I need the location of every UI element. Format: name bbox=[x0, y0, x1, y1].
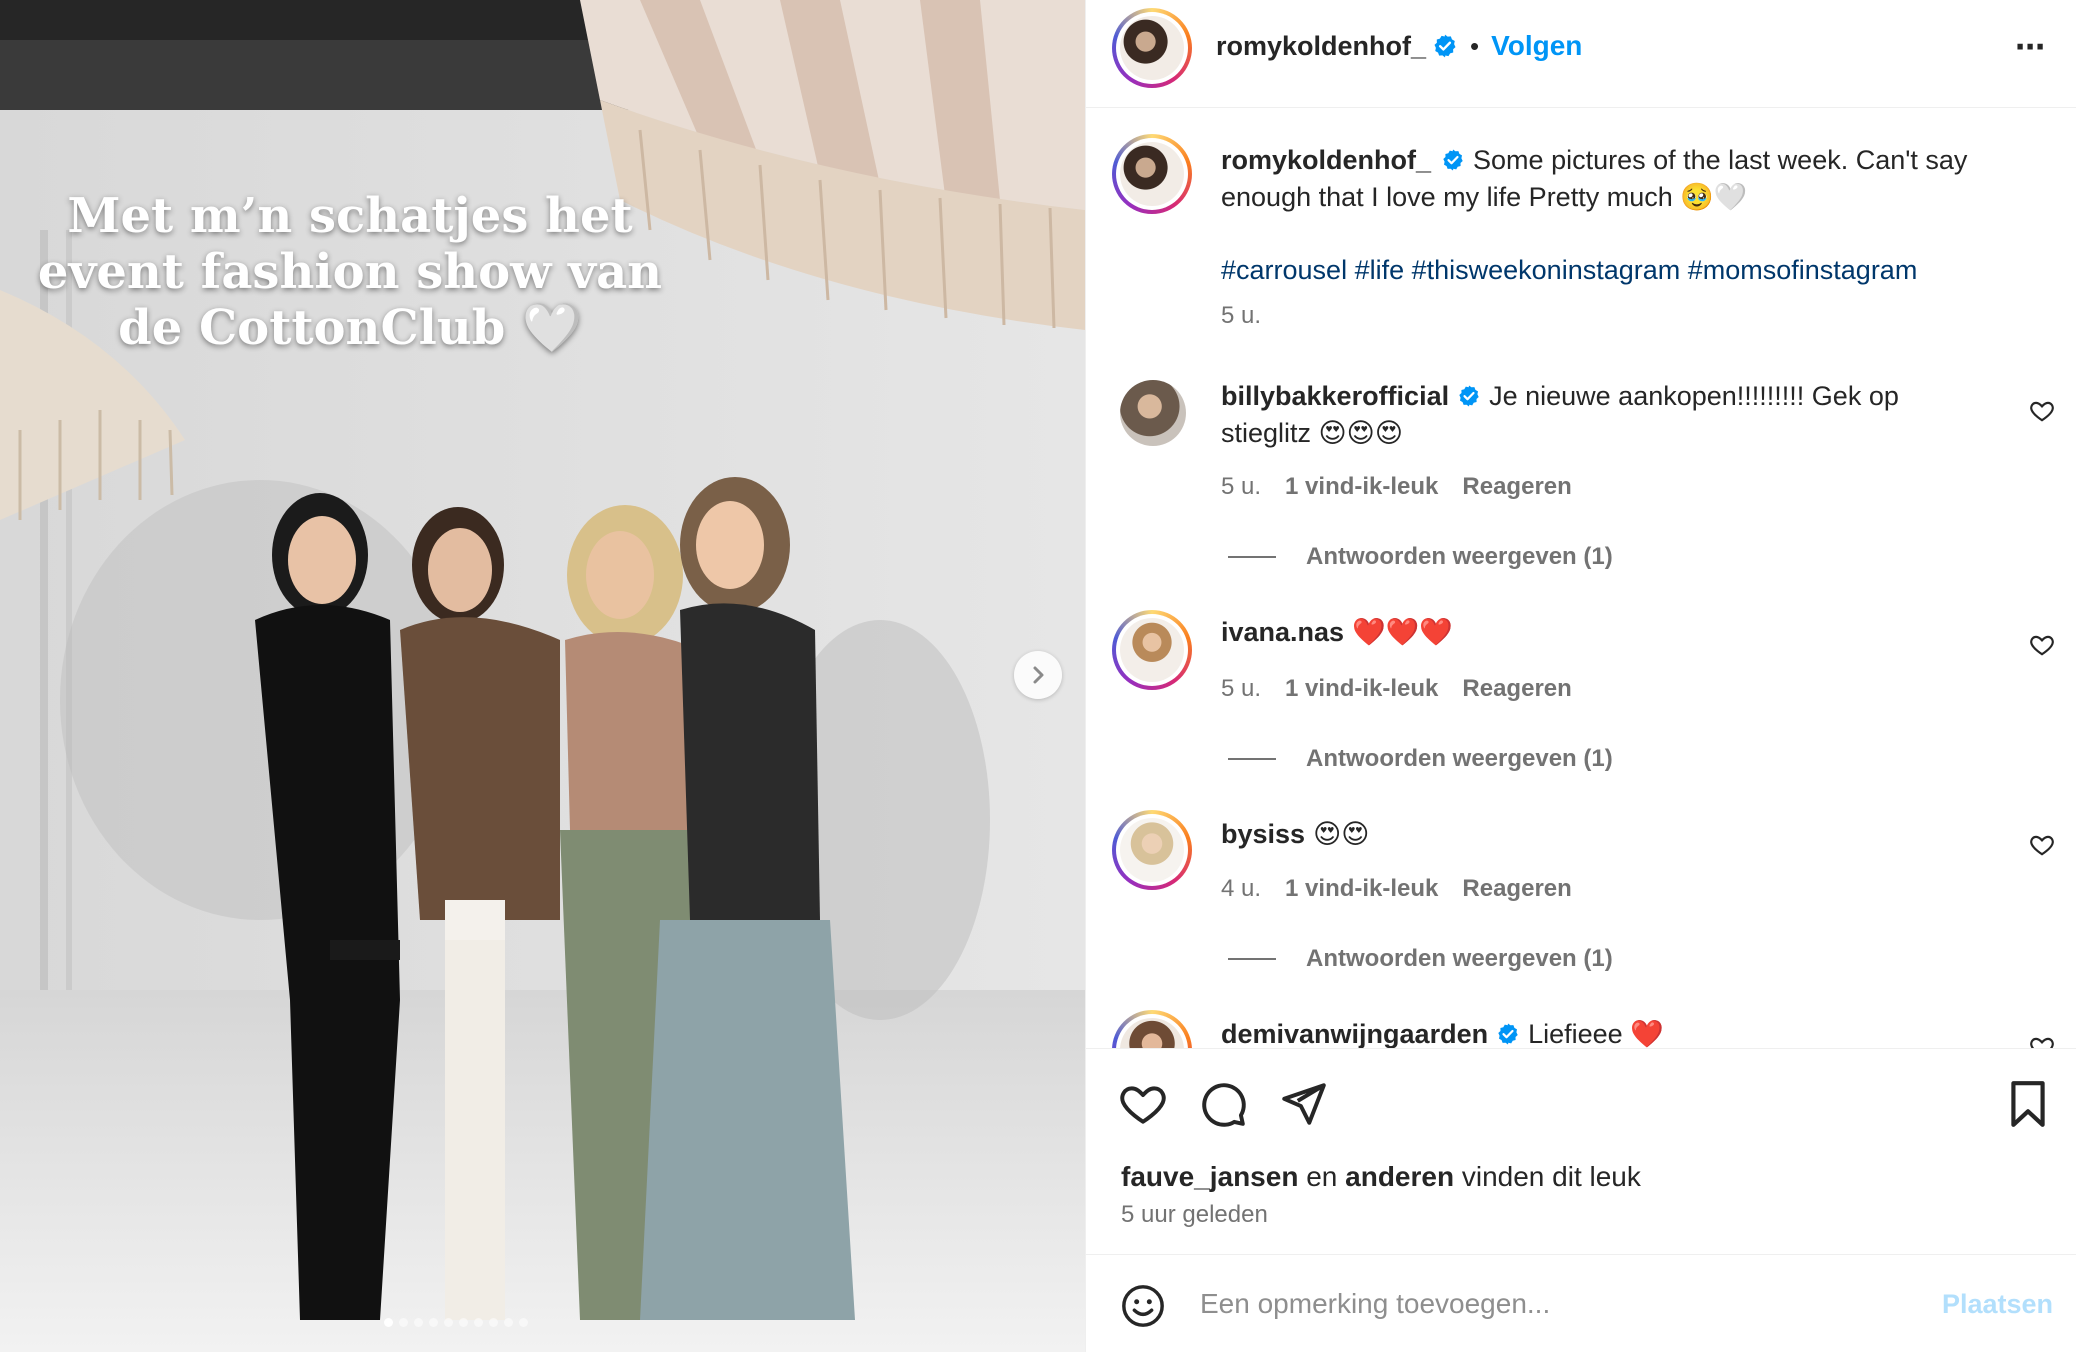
comment-input[interactable] bbox=[1200, 1279, 1900, 1329]
carousel-dot bbox=[489, 1318, 498, 1327]
emoji-icon[interactable] bbox=[1120, 1283, 1166, 1329]
comment: demivanwijngaarden Liefieee ❤️ bbox=[1221, 1016, 2017, 1048]
comment-time: 4 u. bbox=[1221, 875, 1262, 902]
post-header: romykoldenhof_ • Volgen ⋯ bbox=[1086, 0, 2076, 108]
replies-divider bbox=[1228, 758, 1276, 760]
view-replies-button[interactable]: Antwoorden weergeven (1) bbox=[1228, 945, 1613, 973]
view-replies-label: Antwoorden weergeven (1) bbox=[1306, 543, 1613, 570]
caption-author-avatar[interactable] bbox=[1112, 134, 1192, 214]
comment-like-heart-icon[interactable] bbox=[2029, 398, 2055, 424]
comment-time: 5 u. bbox=[1221, 473, 1262, 500]
commenter-avatar[interactable] bbox=[1112, 810, 1192, 890]
comment-icon[interactable] bbox=[1198, 1079, 1248, 1129]
comment-text: ❤️❤️❤️ bbox=[1352, 617, 1453, 647]
liked-by-and: en bbox=[1306, 1161, 1338, 1192]
follow-button[interactable]: Volgen bbox=[1491, 30, 1582, 62]
comment-like-heart-icon[interactable] bbox=[2029, 632, 2055, 658]
view-replies-button[interactable]: Antwoorden weergeven (1) bbox=[1228, 543, 1613, 571]
carousel-dot bbox=[384, 1318, 393, 1327]
comment-meta: 5 u. 1 vind-ik-leuk Reageren bbox=[1221, 675, 1572, 703]
caption-username[interactable]: romykoldenhof_ bbox=[1221, 145, 1431, 175]
chevron-right-icon bbox=[1033, 666, 1044, 684]
view-replies-button[interactable]: Antwoorden weergeven (1) bbox=[1228, 745, 1613, 773]
comment-username[interactable]: bysiss bbox=[1221, 819, 1305, 849]
verified-badge-icon bbox=[1434, 34, 1456, 58]
replies-divider bbox=[1228, 556, 1276, 558]
posted-time[interactable]: 5 uur geleden bbox=[1121, 1201, 1268, 1229]
post-media[interactable]: Met m’n schatjes het event fashion show … bbox=[0, 0, 1085, 1352]
comment: bysiss 😍😍 bbox=[1221, 816, 2017, 853]
carousel-dot bbox=[519, 1318, 528, 1327]
carousel-dot bbox=[504, 1318, 513, 1327]
carousel-dot bbox=[459, 1318, 468, 1327]
verified-badge-icon bbox=[1443, 149, 1463, 171]
separator-dot: • bbox=[1470, 30, 1480, 61]
author-avatar[interactable] bbox=[1112, 8, 1192, 88]
overlay-line: de CottonClub 🤍 bbox=[118, 300, 582, 356]
heart-icon[interactable] bbox=[1118, 1079, 1168, 1129]
send-icon[interactable] bbox=[1278, 1079, 1328, 1129]
overlay-line: Met m’n schatjes het bbox=[67, 188, 633, 244]
reply-button[interactable]: Reageren bbox=[1462, 675, 1571, 703]
carousel-dot bbox=[414, 1318, 423, 1327]
bookmark-icon[interactable] bbox=[2005, 1079, 2051, 1129]
comment-username[interactable]: ivana.nas bbox=[1221, 617, 1344, 647]
caption-meta: 5 u. bbox=[1221, 302, 1261, 330]
overlay-line: event fashion show van bbox=[37, 244, 663, 300]
reply-button[interactable]: Reageren bbox=[1462, 875, 1571, 903]
author-username[interactable]: romykoldenhof_ bbox=[1216, 31, 1426, 62]
comment-username[interactable]: demivanwijngaarden bbox=[1221, 1019, 1488, 1048]
comment-text: 😍😍 bbox=[1313, 819, 1370, 849]
comment-like-count[interactable]: 1 vind-ik-leuk bbox=[1285, 473, 1438, 501]
add-comment-bar: Plaatsen bbox=[1086, 1254, 2076, 1352]
likes-summary[interactable]: fauve_jansen en anderen vinden dit leuk bbox=[1121, 1161, 1641, 1193]
more-horizontal-icon[interactable]: ⋯ bbox=[2015, 30, 2047, 65]
comment-like-heart-icon[interactable] bbox=[2029, 832, 2055, 858]
reply-button[interactable]: Reageren bbox=[1462, 473, 1571, 501]
caption-hashtags[interactable]: #carrousel #life #thisweekoninstagram #m… bbox=[1221, 252, 2017, 289]
comment-meta: 5 u. 1 vind-ik-leuk Reageren bbox=[1221, 473, 1572, 501]
commenter-avatar[interactable] bbox=[1112, 1010, 1192, 1048]
comment: billybakkerofficial Je nieuwe aankopen!!… bbox=[1221, 378, 1977, 452]
post-actions: fauve_jansen en anderen vinden dit leuk … bbox=[1086, 1048, 2076, 1254]
comment-text: Liefieee ❤️ bbox=[1528, 1019, 1664, 1048]
comment-time: 5 u. bbox=[1221, 675, 1262, 702]
post-side-panel: romykoldenhof_ • Volgen ⋯ romykoldenhof_… bbox=[1085, 0, 2076, 1352]
replies-divider bbox=[1228, 958, 1276, 960]
carousel-indicator bbox=[384, 1318, 528, 1327]
verified-badge-icon bbox=[1498, 1023, 1518, 1045]
comment: ivana.nas ❤️❤️❤️ bbox=[1221, 614, 2017, 651]
carousel-dot bbox=[474, 1318, 483, 1327]
view-replies-label: Antwoorden weergeven (1) bbox=[1306, 945, 1613, 972]
post-comment-button[interactable]: Plaatsen bbox=[1942, 1289, 2053, 1320]
comment-like-heart-icon[interactable] bbox=[2029, 1034, 2055, 1048]
story-overlay-text: Met m’n schatjes het event fashion show … bbox=[0, 188, 700, 356]
caption-time: 5 u. bbox=[1221, 302, 1262, 329]
comment-username[interactable]: billybakkerofficial bbox=[1221, 381, 1449, 411]
liked-by-suffix: vinden dit leuk bbox=[1461, 1161, 1641, 1192]
carousel-next-button[interactable] bbox=[1014, 651, 1062, 699]
liked-by-user[interactable]: fauve_jansen bbox=[1121, 1161, 1298, 1192]
comments-list[interactable]: romykoldenhof_ Some pictures of the last… bbox=[1086, 108, 2076, 1048]
comment-like-count[interactable]: 1 vind-ik-leuk bbox=[1285, 675, 1438, 703]
carousel-dot bbox=[444, 1318, 453, 1327]
carousel-dot bbox=[429, 1318, 438, 1327]
commenter-avatar[interactable] bbox=[1120, 380, 1186, 446]
carousel-dot bbox=[399, 1318, 408, 1327]
verified-badge-icon bbox=[1459, 385, 1479, 407]
view-replies-label: Antwoorden weergeven (1) bbox=[1306, 745, 1613, 772]
comment-meta: 4 u. 1 vind-ik-leuk Reageren bbox=[1221, 875, 1572, 903]
liked-by-others[interactable]: anderen bbox=[1345, 1161, 1454, 1192]
caption: romykoldenhof_ Some pictures of the last… bbox=[1221, 142, 2017, 216]
comment-like-count[interactable]: 1 vind-ik-leuk bbox=[1285, 875, 1438, 903]
commenter-avatar[interactable] bbox=[1112, 610, 1192, 690]
